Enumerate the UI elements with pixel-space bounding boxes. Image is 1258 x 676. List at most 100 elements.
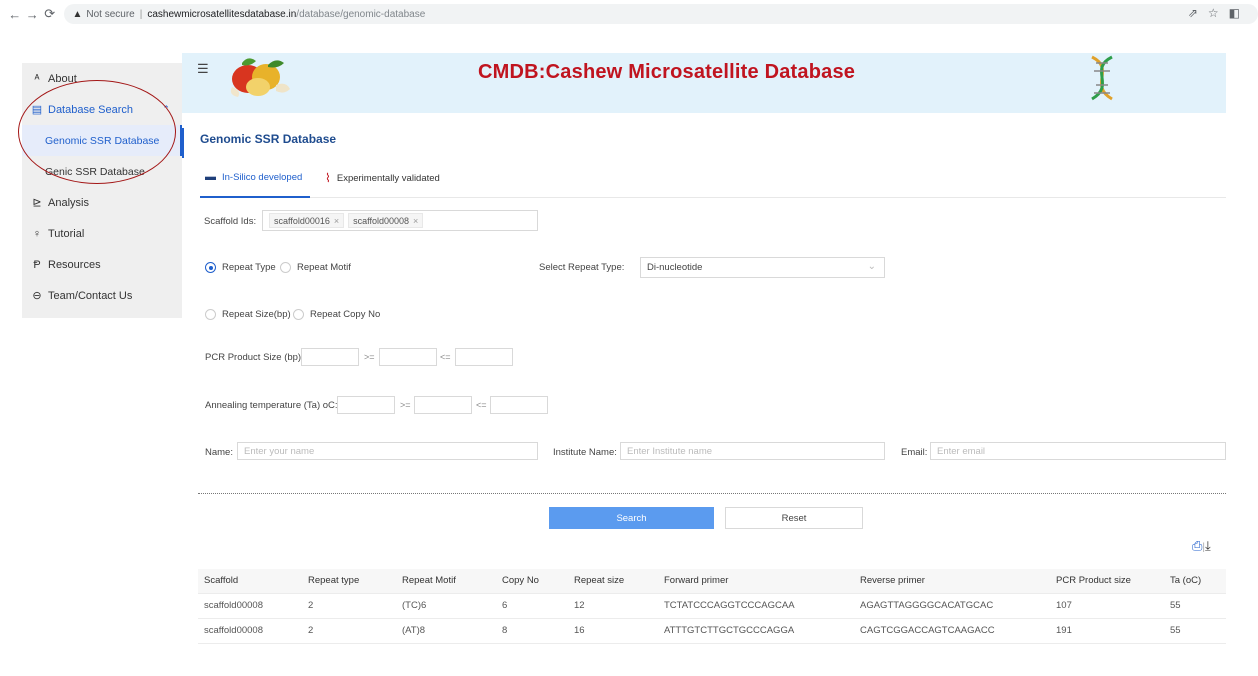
table-cell: 107 bbox=[1050, 593, 1164, 619]
pcr-size-min-input[interactable] bbox=[379, 348, 437, 366]
table-cell: 55 bbox=[1164, 593, 1226, 619]
sidebar-item-database-search[interactable]: ▤ Database Search ⌃ bbox=[22, 94, 182, 125]
sidebar-item-resources[interactable]: Ᵽ Resources bbox=[22, 249, 182, 280]
bulb-icon: ♀ bbox=[32, 227, 42, 240]
table-header-row: Scaffold Repeat type Repeat Motif Copy N… bbox=[198, 569, 1226, 594]
column-header[interactable]: Copy No bbox=[496, 569, 568, 594]
sidebar-item-label: Analysis bbox=[48, 196, 89, 209]
chevron-down-icon: ⌄ bbox=[867, 261, 876, 272]
sidebar-item-analysis[interactable]: ⊵ Analysis bbox=[22, 187, 182, 218]
email-input[interactable]: Enter email bbox=[930, 442, 1226, 460]
repeat-copy-radio[interactable]: Repeat Copy No bbox=[293, 309, 380, 320]
share-icon[interactable]: ⇗ bbox=[1188, 6, 1198, 20]
sidebar: ᴬ About ▤ Database Search ⌃ Genomic SSR … bbox=[22, 63, 182, 318]
forward-icon[interactable]: → bbox=[23, 7, 40, 22]
radio-label: Repeat Type bbox=[222, 262, 276, 273]
radio-label: Repeat Copy No bbox=[310, 309, 381, 320]
table-tools: ⎙|⤓ bbox=[1192, 538, 1211, 554]
table-cell: 55 bbox=[1164, 618, 1226, 644]
tab-label: In-Silico developed bbox=[222, 171, 303, 183]
column-header[interactable]: Ta (oC) bbox=[1164, 569, 1226, 594]
reload-icon[interactable]: ⟳ bbox=[41, 6, 58, 22]
column-header[interactable]: Repeat type bbox=[302, 569, 396, 594]
tab-label: Experimentally validated bbox=[336, 172, 440, 184]
close-icon[interactable]: × bbox=[334, 216, 339, 226]
table-cell: 16 bbox=[568, 618, 658, 644]
repeat-motif-radio[interactable]: Repeat Motif bbox=[280, 262, 351, 273]
table-cell: AGAGTTAGGGGCACATGCAC bbox=[854, 593, 1050, 619]
name-placeholder: Enter your name bbox=[244, 445, 315, 457]
name-label: Name: bbox=[205, 447, 233, 458]
repeat-type-select[interactable]: Di-nucleotide ⌄ bbox=[640, 257, 885, 278]
search-button[interactable]: Search bbox=[549, 507, 714, 529]
radio-icon bbox=[205, 309, 216, 320]
sidebar-item-genic-ssr[interactable]: Genic SSR Database bbox=[22, 156, 182, 187]
sidebar-item-about[interactable]: ᴬ About bbox=[22, 63, 182, 94]
select-repeat-type-label: Select Repeat Type: bbox=[539, 262, 625, 273]
table-row[interactable]: scaffold00008 2 (TC)6 6 12 TCTATCCCAGGTC… bbox=[198, 593, 1226, 619]
annealing-min-input[interactable] bbox=[414, 396, 472, 414]
column-header[interactable]: Forward primer bbox=[658, 569, 854, 594]
print-icon[interactable]: ⎙ bbox=[1192, 538, 1202, 553]
star-icon[interactable]: ☆ bbox=[1208, 6, 1219, 20]
radio-selected-icon bbox=[205, 262, 216, 273]
warning-icon: ▲ bbox=[72, 8, 83, 20]
sidebar-item-label: Resources bbox=[48, 258, 101, 271]
column-header[interactable]: Scaffold bbox=[198, 569, 302, 594]
download-icon[interactable]: ⤓ bbox=[1205, 538, 1211, 553]
pcr-size-input[interactable] bbox=[301, 348, 359, 366]
gte-operator: >= bbox=[364, 352, 375, 362]
address-actions: ⇗ ☆ ◧ bbox=[1188, 6, 1240, 20]
menu-fold-icon[interactable]: ☰ bbox=[197, 61, 209, 77]
contact-icon: ⊖ bbox=[32, 290, 42, 302]
pcr-size-label: PCR Product Size (bp): bbox=[205, 352, 304, 363]
annealing-input[interactable] bbox=[337, 396, 395, 414]
user-icon: ᴬ bbox=[34, 72, 40, 85]
sidebar-item-label: Tutorial bbox=[48, 227, 85, 240]
lte-operator: <= bbox=[476, 400, 487, 410]
table-cell: (TC)6 bbox=[396, 593, 496, 619]
address-separator: | bbox=[139, 8, 143, 20]
column-header[interactable]: Reverse primer bbox=[854, 569, 1050, 594]
table-cell: 6 bbox=[496, 593, 568, 619]
repeat-size-radio[interactable]: Repeat Size(bp) bbox=[205, 309, 291, 320]
table-cell: 12 bbox=[568, 593, 658, 619]
sidebar-item-genomic-ssr[interactable]: Genomic SSR Database bbox=[22, 125, 182, 156]
sidebar-item-label: Database Search bbox=[48, 103, 133, 116]
active-tab-indicator bbox=[200, 196, 310, 198]
sidepanel-icon[interactable]: ◧ bbox=[1229, 6, 1240, 20]
column-header[interactable]: Repeat Motif bbox=[396, 569, 496, 594]
column-header[interactable]: PCR Product size bbox=[1050, 569, 1164, 594]
test-tube-icon: ⌇ bbox=[325, 171, 331, 185]
sidebar-item-label: Team/Contact Us bbox=[48, 289, 133, 302]
header-banner: ☰ CMDB:Cashew Microsatellite Database bbox=[182, 53, 1226, 113]
table-row[interactable]: scaffold00008 2 (AT)8 8 16 ATTTGTCTTGCTG… bbox=[198, 618, 1226, 644]
scaffold-tag: scaffold00008 × bbox=[348, 213, 424, 228]
institute-placeholder: Enter Institute name bbox=[627, 445, 713, 457]
institute-input[interactable]: Enter Institute name bbox=[620, 442, 885, 460]
column-header[interactable]: Repeat size bbox=[568, 569, 658, 594]
table-cell: (AT)8 bbox=[396, 618, 496, 644]
repeat-type-radio[interactable]: Repeat Type bbox=[205, 262, 276, 273]
reset-button[interactable]: Reset bbox=[725, 507, 863, 529]
url-path: /database/genomic-database bbox=[296, 8, 426, 20]
name-input[interactable]: Enter your name bbox=[237, 442, 538, 460]
tab-in-silico[interactable]: ▬ In-Silico developed bbox=[205, 171, 302, 183]
annealing-label: Annealing temperature (Ta) oC: bbox=[205, 400, 338, 411]
back-icon[interactable]: ← bbox=[6, 7, 23, 22]
scaffold-ids-select[interactable]: scaffold00016 × scaffold00008 × bbox=[262, 210, 538, 231]
scaffold-tag: scaffold00016 × bbox=[269, 213, 345, 228]
close-icon[interactable]: × bbox=[413, 216, 418, 226]
sidebar-item-tutorial[interactable]: ♀ Tutorial bbox=[22, 218, 182, 249]
sidebar-item-label: Genic SSR Database bbox=[45, 165, 145, 178]
annealing-max-input[interactable] bbox=[490, 396, 548, 414]
radio-label: Repeat Motif bbox=[297, 262, 351, 273]
sidebar-item-team-contact[interactable]: ⊖ Team/Contact Us bbox=[22, 280, 182, 311]
lte-operator: <= bbox=[440, 352, 451, 362]
address-bar[interactable]: ▲ Not secure | cashewmicrosatellitesdata… bbox=[64, 4, 1258, 24]
pcr-size-max-input[interactable] bbox=[455, 348, 513, 366]
tab-experimentally-validated[interactable]: ⌇ Experimentally validated bbox=[325, 171, 440, 185]
tag-label: scaffold00016 bbox=[274, 215, 330, 226]
institute-label: Institute Name: bbox=[553, 447, 617, 458]
email-label: Email: bbox=[901, 447, 928, 458]
